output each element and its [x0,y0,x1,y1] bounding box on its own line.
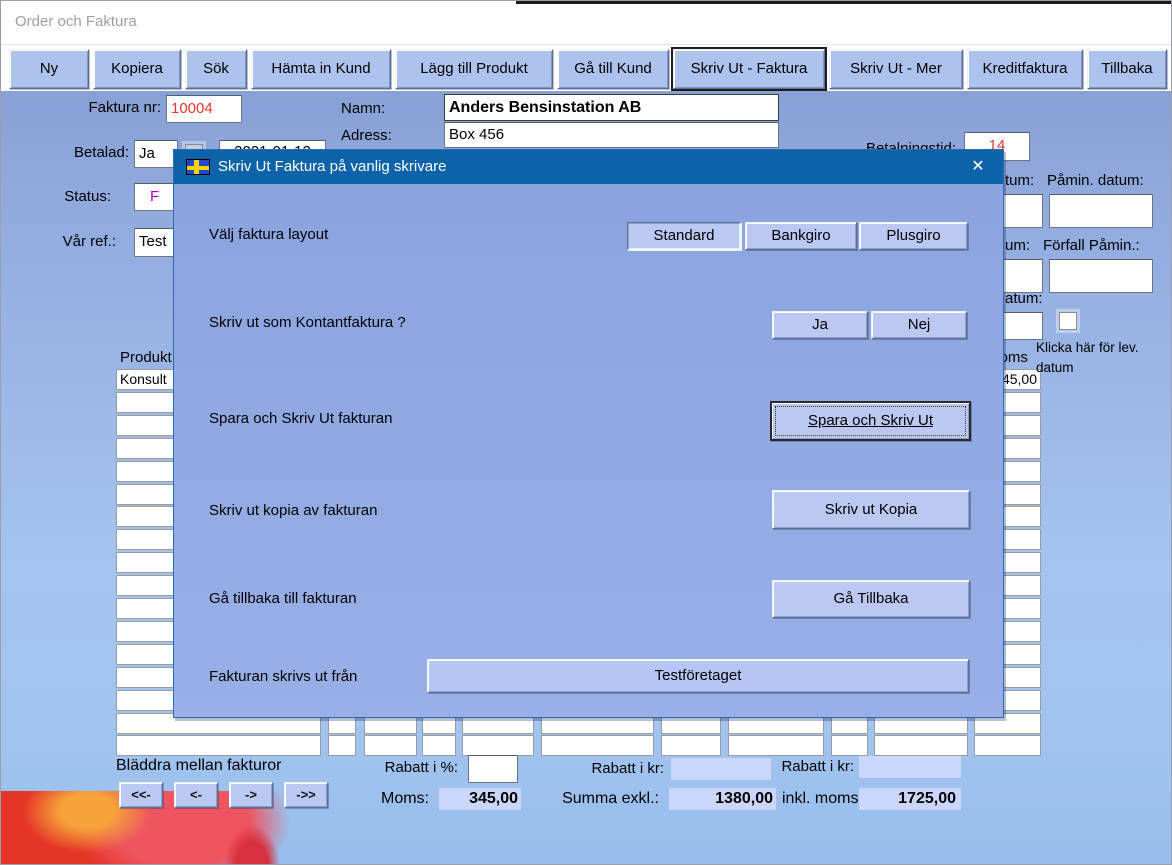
grid-cell[interactable] [728,735,824,756]
rabatt-pct-label: Rabatt i %: [351,759,458,776]
toolbar-button-hämta-in-kund[interactable]: Hämta in Kund [251,49,391,89]
nav-first-button[interactable]: <<- [119,782,163,808]
adress-label: Adress: [341,127,392,144]
namn-label: Namn: [341,100,385,117]
toolbar-button-gå-till-kund[interactable]: Gå till Kund [557,49,669,89]
betalad-label: Betalad: [49,144,129,161]
skrivs-ut-label: Fakturan skrivs ut från [209,668,357,685]
skriv-ut-kopia-button[interactable]: Skriv ut Kopia [772,490,970,529]
spara-och-skriv-ut-button[interactable]: Spara och Skriv Ut [770,401,971,441]
kontant-ja-button[interactable]: Ja [772,311,868,339]
dialog-title: Skriv Ut Faktura på vanlig skrivare [218,158,446,175]
toolbar-button-skriv-ut-faktura[interactable]: Skriv Ut - Faktura [673,49,825,89]
rabatt-pct-input[interactable] [468,755,518,783]
grid-cell[interactable] [462,735,534,756]
grid-cell[interactable] [541,735,654,756]
grid-cell[interactable] [661,735,721,756]
layout-button-bankgiro[interactable]: Bankgiro [745,222,857,250]
spara-label: Spara och Skriv Ut fakturan [209,410,392,427]
forfall-pamin-label: Förfall Påmin.: [1043,237,1140,254]
kontant-nej-button[interactable]: Nej [871,311,967,339]
forfall-datum-label-clipped: tum: [1005,172,1034,189]
lev-datum-hint: Klicka här för lev. datum [1036,338,1158,377]
inkl-moms-label: inkl. moms: [782,790,863,808]
print-dialog: Skriv Ut Faktura på vanlig skrivare ✕ Vä… [173,149,1004,718]
grid-cell[interactable] [364,735,417,756]
datum-label-clipped-2: um: [1005,237,1030,254]
grid-cell[interactable] [328,735,356,756]
tillbaka-label: Gå tillbaka till fakturan [209,590,357,607]
betalad-input[interactable]: Ja [134,140,178,168]
kontant-label: Skriv ut som Kontantfaktura ? [209,314,406,331]
bladdra-label: Bläddra mellan fakturor [116,757,281,775]
status-label: Status: [31,188,111,205]
close-icon[interactable]: ✕ [967,157,989,177]
summa-exkl-label: Summa exkl.: [559,790,659,808]
swedish-flag-icon [186,159,210,175]
window-titlebar: Order och Faktura [1,1,1171,45]
toolbar-button-skriv-ut-mer[interactable]: Skriv Ut - Mer [829,49,963,89]
summa-exkl-field: 1380,00 [669,788,776,810]
nav-last-button[interactable]: ->> [284,782,328,808]
pamin-datum-label: Påmin. datum: [1047,172,1144,189]
moms-label: Moms: [351,790,429,808]
app-window: Order och Faktura NyKopieraSökHämta in K… [0,0,1172,865]
toolbar-button-ny[interactable]: Ny [9,49,89,89]
toolbar: NyKopieraSökHämta in KundLägg till Produ… [1,45,1171,91]
grid-header-produkt: Produkt [120,349,172,366]
faktura-nr-label: Faktura nr: [41,99,161,116]
nav-next-button[interactable]: -> [229,782,273,808]
grid-cell[interactable] [831,735,868,756]
grid-cell[interactable] [874,735,968,756]
var-ref-label: Vår ref.: [31,233,116,250]
kopia-label: Skriv ut kopia av fakturan [209,502,377,519]
namn-input[interactable]: Anders Bensinstation AB [444,94,779,121]
pamin-datum-input[interactable] [1049,194,1153,228]
rabatt-kr-label-1: Rabatt i kr: [579,760,664,777]
form-area: Faktura nr: 10004 Namn: Anders Bensinsta… [1,91,1172,865]
faktura-nr-input[interactable]: 10004 [166,95,242,123]
background-window-edge [516,1,1172,4]
layout-button-plusgiro[interactable]: Plusgiro [859,222,968,250]
lev-datum-checkbox[interactable] [1059,312,1077,330]
toolbar-button-kopiera[interactable]: Kopiera [93,49,181,89]
rabatt-kr-field-1[interactable] [671,758,771,780]
company-button[interactable]: Testföretaget [427,659,969,693]
grid-cell[interactable] [422,735,456,756]
toolbar-button-lägg-till-produkt[interactable]: Lägg till Produkt [395,49,553,89]
layout-label: Välj faktura layout [209,226,328,243]
rabatt-kr-field-2[interactable] [859,756,961,778]
toolbar-button-kreditfaktura[interactable]: Kreditfaktura [967,49,1083,89]
toolbar-button-tillbaka[interactable]: Tillbaka [1087,49,1167,89]
lev-datum-label-clipped: atum: [1005,290,1043,307]
moms-total-field: 345,00 [439,788,521,810]
window-title: Order och Faktura [15,13,137,30]
rabatt-kr-label-2: Rabatt i kr: [774,758,854,775]
toolbar-button-sök[interactable]: Sök [185,49,247,89]
ga-tillbaka-button[interactable]: Gå Tillbaka [772,580,970,618]
adress-input[interactable]: Box 456 [444,122,779,148]
dialog-titlebar[interactable]: Skriv Ut Faktura på vanlig skrivare ✕ [174,150,1003,184]
inkl-moms-field: 1725,00 [859,788,961,810]
nav-prev-button[interactable]: <- [174,782,218,808]
grid-cell[interactable] [974,735,1041,756]
forfall-pamin-input[interactable] [1049,259,1153,293]
grid-cell[interactable] [116,735,321,756]
layout-button-standard[interactable]: Standard [627,222,741,250]
